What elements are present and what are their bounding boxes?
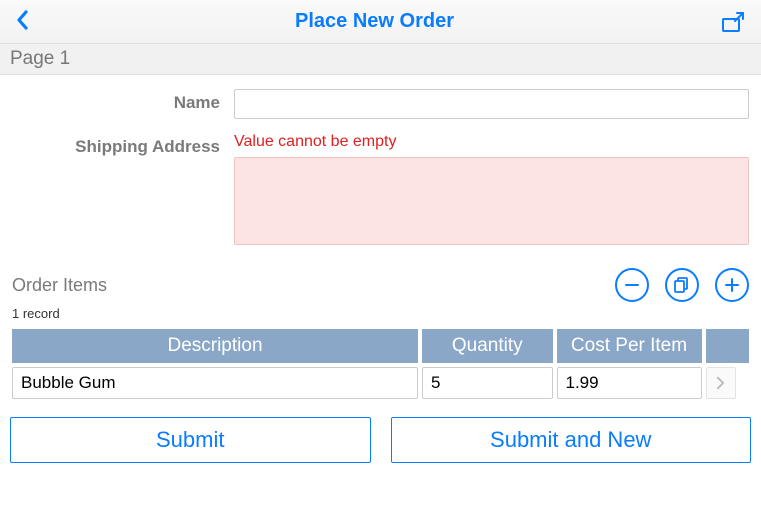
name-label: Name <box>12 89 234 113</box>
form-area: Name Shipping Address Value cannot be em… <box>0 75 761 268</box>
col-header-cost: Cost Per Item <box>557 329 702 363</box>
button-bar: Submit Submit and New <box>0 403 761 477</box>
quantity-input[interactable] <box>422 367 553 399</box>
order-items-toolbar <box>615 268 749 302</box>
cost-input[interactable] <box>557 367 702 399</box>
shipping-row: Shipping Address Value cannot be empty <box>12 133 749 250</box>
table-row <box>12 367 749 399</box>
record-count: 1 record <box>0 304 761 325</box>
header-bar: Place New Order <box>0 0 761 44</box>
add-item-button[interactable] <box>715 268 749 302</box>
order-items-bar: Order Items <box>0 268 761 304</box>
col-header-quantity: Quantity <box>422 329 553 363</box>
shipping-error: Value cannot be empty <box>234 133 749 151</box>
remove-item-button[interactable] <box>615 268 649 302</box>
back-icon[interactable] <box>12 6 32 37</box>
name-row: Name <box>12 89 749 119</box>
description-input[interactable] <box>12 367 418 399</box>
order-items-title: Order Items <box>12 275 107 296</box>
submit-button[interactable]: Submit <box>10 417 371 463</box>
order-items-table: Description Quantity Cost Per Item <box>8 325 753 403</box>
name-input[interactable] <box>234 89 749 119</box>
col-header-actions <box>706 329 750 363</box>
col-header-description: Description <box>12 329 418 363</box>
section-header: Page 1 <box>0 44 761 75</box>
page-title: Place New Order <box>295 10 454 33</box>
duplicate-item-button[interactable] <box>665 268 699 302</box>
shipping-input[interactable] <box>234 157 749 245</box>
row-detail-button[interactable] <box>706 367 736 399</box>
submit-and-new-button[interactable]: Submit and New <box>391 417 752 463</box>
share-icon[interactable] <box>717 11 749 33</box>
shipping-label: Shipping Address <box>12 133 234 157</box>
table-header-row: Description Quantity Cost Per Item <box>12 329 749 363</box>
